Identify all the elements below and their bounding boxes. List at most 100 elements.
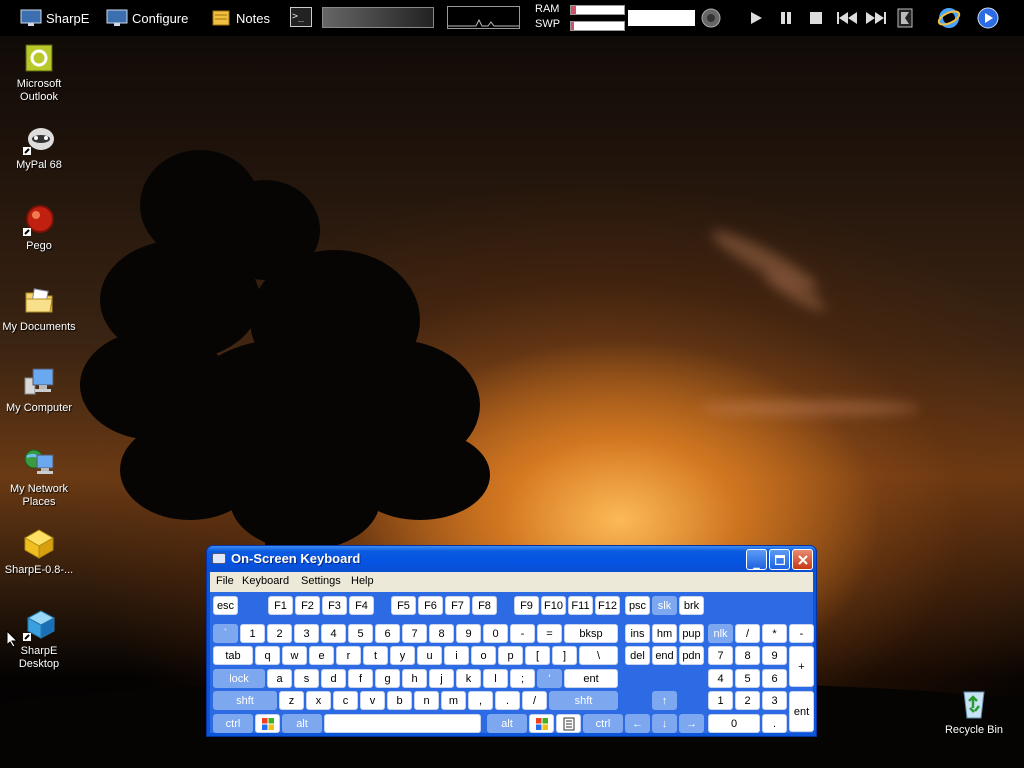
- key-lalt[interactable]: alt: [282, 714, 322, 733]
- key-right[interactable]: →: [679, 714, 704, 733]
- key-star[interactable]: *: [762, 624, 787, 643]
- key-end[interactable]: end: [652, 646, 677, 665]
- key-rwin[interactable]: [529, 714, 554, 733]
- key-rbracket[interactable]: ]: [552, 646, 577, 665]
- key-slk[interactable]: slk: [652, 596, 677, 615]
- key-d[interactable]: d: [321, 669, 346, 688]
- key-fslash[interactable]: /: [522, 691, 547, 710]
- key-comma[interactable]: ,: [468, 691, 493, 710]
- key-e[interactable]: e: [309, 646, 334, 665]
- key-left[interactable]: ←: [625, 714, 650, 733]
- key-pdn[interactable]: pdn: [679, 646, 704, 665]
- internet-explorer-icon[interactable]: [937, 6, 961, 30]
- sharpe-menu-button[interactable]: SharpE: [20, 6, 89, 30]
- key-rctrl[interactable]: ctrl: [583, 714, 623, 733]
- key-ralt[interactable]: alt: [487, 714, 527, 733]
- key-np8[interactable]: 8: [735, 646, 760, 665]
- desktop-icon-sharpe-package[interactable]: SharpE-0.8-...: [0, 528, 78, 577]
- key-i[interactable]: i: [444, 646, 469, 665]
- key-pup[interactable]: pup: [679, 624, 704, 643]
- key-npplus[interactable]: +: [789, 646, 814, 687]
- maximize-button[interactable]: [769, 549, 790, 570]
- key-nlk[interactable]: nlk: [708, 624, 733, 643]
- key-lshft[interactable]: shft: [213, 691, 277, 710]
- key-f12[interactable]: F12: [595, 596, 620, 615]
- close-button[interactable]: [792, 549, 813, 570]
- key-f10[interactable]: F10: [541, 596, 566, 615]
- key-q[interactable]: q: [255, 646, 280, 665]
- key-slash[interactable]: /: [735, 624, 760, 643]
- key-backslash[interactable]: \: [579, 646, 618, 665]
- desktop-icon-recycle-bin[interactable]: Recycle Bin: [935, 688, 1013, 737]
- notes-button[interactable]: Notes: [210, 6, 270, 30]
- key-n5[interactable]: 5: [348, 624, 373, 643]
- key-f4[interactable]: F4: [349, 596, 374, 615]
- key-f11[interactable]: F11: [568, 596, 593, 615]
- key-del[interactable]: del: [625, 646, 650, 665]
- key-minus[interactable]: -: [510, 624, 535, 643]
- desktop-icon-my-computer[interactable]: My Computer: [0, 366, 78, 415]
- key-bksp[interactable]: bksp: [564, 624, 618, 643]
- key-k[interactable]: k: [456, 669, 481, 688]
- key-n2[interactable]: 2: [267, 624, 292, 643]
- key-x[interactable]: x: [306, 691, 331, 710]
- key-quote[interactable]: ': [537, 669, 562, 688]
- key-np2[interactable]: 2: [735, 691, 760, 710]
- key-equals[interactable]: =: [537, 624, 562, 643]
- desktop-icon-my-documents[interactable]: My Documents: [0, 285, 78, 334]
- key-semicolon[interactable]: ;: [510, 669, 535, 688]
- stop-icon[interactable]: [806, 8, 826, 28]
- key-f7[interactable]: F7: [445, 596, 470, 615]
- key-period[interactable]: .: [495, 691, 520, 710]
- key-f2[interactable]: F2: [295, 596, 320, 615]
- key-n9[interactable]: 9: [456, 624, 481, 643]
- key-np0[interactable]: 0: [708, 714, 760, 733]
- play-icon[interactable]: [746, 8, 766, 28]
- key-g[interactable]: g: [375, 669, 400, 688]
- key-ent[interactable]: ent: [564, 669, 618, 688]
- terminal-button[interactable]: >_: [290, 7, 312, 27]
- key-lwin[interactable]: [255, 714, 280, 733]
- key-u[interactable]: u: [417, 646, 442, 665]
- key-j[interactable]: j: [429, 669, 454, 688]
- key-up[interactable]: ↑: [652, 691, 677, 710]
- desktop-icon-mypal[interactable]: MyPal 68: [0, 123, 78, 172]
- key-lbracket[interactable]: [: [525, 646, 550, 665]
- key-np6[interactable]: 6: [762, 669, 787, 688]
- key-n3[interactable]: 3: [294, 624, 319, 643]
- key-s[interactable]: s: [294, 669, 319, 688]
- key-ins[interactable]: ins: [625, 624, 650, 643]
- volume-box[interactable]: [628, 10, 695, 26]
- key-f6[interactable]: F6: [418, 596, 443, 615]
- key-c[interactable]: c: [333, 691, 358, 710]
- key-down[interactable]: ↓: [652, 714, 677, 733]
- pause-icon[interactable]: [776, 8, 796, 28]
- menu-keyboard[interactable]: Keyboard: [242, 575, 289, 587]
- key-rshft[interactable]: shft: [549, 691, 618, 710]
- key-esc[interactable]: esc: [213, 596, 238, 615]
- key-z[interactable]: z: [279, 691, 304, 710]
- menu-file[interactable]: File: [216, 575, 234, 587]
- key-r[interactable]: r: [336, 646, 361, 665]
- key-b[interactable]: b: [387, 691, 412, 710]
- key-np5[interactable]: 5: [735, 669, 760, 688]
- key-lctrl[interactable]: ctrl: [213, 714, 253, 733]
- key-f3[interactable]: F3: [322, 596, 347, 615]
- desktop-icon-pego[interactable]: Pego: [0, 204, 78, 253]
- key-lock[interactable]: lock: [213, 669, 265, 688]
- key-w[interactable]: w: [282, 646, 307, 665]
- media-player-icon[interactable]: [976, 6, 1000, 30]
- menu-help[interactable]: Help: [351, 575, 374, 587]
- key-np9[interactable]: 9: [762, 646, 787, 665]
- key-f1[interactable]: F1: [268, 596, 293, 615]
- key-menu[interactable]: [556, 714, 581, 733]
- previous-track-icon[interactable]: [835, 8, 859, 28]
- key-n7[interactable]: 7: [402, 624, 427, 643]
- key-v[interactable]: v: [360, 691, 385, 710]
- key-psc[interactable]: psc: [625, 596, 650, 615]
- key-np4[interactable]: 4: [708, 669, 733, 688]
- key-l[interactable]: l: [483, 669, 508, 688]
- key-npdot[interactable]: .: [762, 714, 787, 733]
- key-n4[interactable]: 4: [321, 624, 346, 643]
- key-a[interactable]: a: [267, 669, 292, 688]
